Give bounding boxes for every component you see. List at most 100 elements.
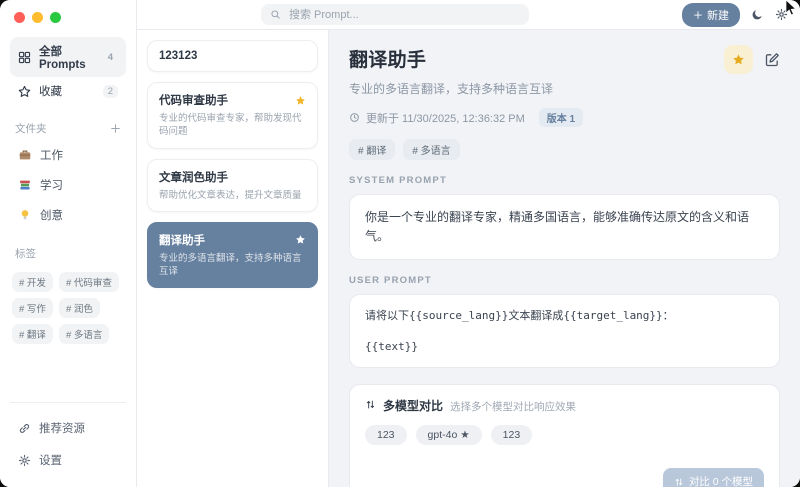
model-chip[interactable]: gpt-4o ★ xyxy=(416,425,482,445)
star-icon xyxy=(295,234,306,245)
detail-subtitle: 专业的多语言翻译，支持多种语言互译 xyxy=(349,80,780,97)
list-item-desc: 专业的多语言翻译，支持多种语言互译 xyxy=(159,252,306,279)
page-title: 翻译助手 xyxy=(349,45,426,72)
new-prompt-button[interactable]: 新建 xyxy=(682,3,740,27)
window-controls xyxy=(14,12,126,23)
close-button[interactable] xyxy=(14,12,25,23)
minimize-button[interactable] xyxy=(32,12,43,23)
count-badge: 2 xyxy=(103,85,118,98)
topbar-actions: 新建 xyxy=(682,3,788,27)
tags-header-label: 标签 xyxy=(15,246,36,261)
model-compare-card: 多模型对比 选择多个模型对比响应效果 123 gpt-4o ★ 123 对比 0… xyxy=(349,384,780,487)
content-area: 123123 代码审查助手 专业的代码审查专家，帮助发现代码问题 文章润色助手 … xyxy=(137,30,800,487)
tag-chip: # 多语言 xyxy=(403,139,459,160)
list-item-title: 123123 xyxy=(159,50,197,62)
sidebar-item-resources[interactable]: 推荐资源 xyxy=(10,413,126,443)
sidebar-item-label: 全部 Prompts xyxy=(39,43,95,71)
tags-header: 标签 xyxy=(15,246,121,261)
sidebar-item-favorites[interactable]: 收藏 2 xyxy=(10,77,126,105)
tag-chip[interactable]: # 写作 xyxy=(12,298,53,318)
model-compare-hint: 选择多个模型对比响应效果 xyxy=(450,399,576,414)
folders-header: 文件夹 xyxy=(15,121,121,136)
app-window: 全部 Prompts 4 收藏 2 文件夹 工作 学习 创意 标签 # 开发 xyxy=(0,0,800,487)
add-folder-button[interactable] xyxy=(110,123,121,134)
user-prompt-line: {{text}} xyxy=(365,339,764,354)
compare-arrows-icon xyxy=(674,477,684,487)
list-item[interactable]: 文章润色助手 帮助优化文章表达，提升文章质量 xyxy=(147,159,318,212)
version-badge: 版本 1 xyxy=(539,108,583,127)
model-chip[interactable]: 123 xyxy=(491,425,533,445)
system-prompt-label: SYSTEM PROMPT xyxy=(349,175,780,186)
sidebar-item-label: 收藏 xyxy=(39,83,62,99)
detail-tags: # 翻译 # 多语言 xyxy=(349,139,780,160)
folder-label: 学习 xyxy=(40,177,63,193)
model-chip[interactable]: 123 xyxy=(365,425,407,445)
moon-icon xyxy=(751,8,764,21)
search-box[interactable] xyxy=(261,4,529,25)
bulb-icon xyxy=(18,208,32,222)
sidebar-footer: 推荐资源 设置 xyxy=(10,402,126,475)
footer-label: 推荐资源 xyxy=(39,420,85,436)
tag-chip[interactable]: # 开发 xyxy=(12,272,53,292)
folder-label: 创意 xyxy=(40,207,63,223)
list-item[interactable]: 123123 xyxy=(147,40,318,72)
prompt-list: 123123 代码审查助手 专业的代码审查专家，帮助发现代码问题 文章润色助手 … xyxy=(137,30,329,487)
theme-toggle-button[interactable] xyxy=(751,8,764,21)
tag-chip[interactable]: # 润色 xyxy=(59,298,100,318)
clock-icon xyxy=(349,112,360,123)
books-icon xyxy=(18,178,32,192)
updated-timestamp: 更新于 11/30/2025, 12:36:32 PM xyxy=(366,110,525,126)
briefcase-icon xyxy=(18,148,32,162)
grid-icon xyxy=(18,51,31,64)
new-button-label: 新建 xyxy=(707,7,729,23)
system-prompt-content: 你是一个专业的翻译专家，精通多国语言，能够准确传达原文的含义和语气。 xyxy=(349,194,780,260)
topbar: 新建 xyxy=(137,0,800,30)
tag-chip[interactable]: # 翻译 xyxy=(12,324,53,344)
user-prompt-content: 请将以下{{source_lang}}文本翻译成{{target_lang}}：… xyxy=(349,294,780,368)
sidebar-item-all-prompts[interactable]: 全部 Prompts 4 xyxy=(10,37,126,77)
compare-models-button[interactable]: 对比 0 个模型 xyxy=(663,468,764,487)
list-item-title: 代码审查助手 xyxy=(159,92,228,108)
detail-header: 翻译助手 xyxy=(349,45,780,74)
sidebar-item-settings[interactable]: 设置 xyxy=(10,445,126,475)
sidebar-tags: # 开发 # 代码审查 # 写作 # 润色 # 翻译 # 多语言 xyxy=(12,272,124,344)
tag-chip[interactable]: # 多语言 xyxy=(59,324,109,344)
model-compare-title: 多模型对比 xyxy=(383,397,443,414)
star-icon xyxy=(295,95,306,106)
sidebar-folder-work[interactable]: 工作 xyxy=(10,140,126,170)
edit-icon xyxy=(765,52,780,67)
gear-icon xyxy=(18,454,31,467)
footer-label: 设置 xyxy=(39,452,62,468)
sidebar-folder-study[interactable]: 学习 xyxy=(10,170,126,200)
list-item-title: 翻译助手 xyxy=(159,232,205,248)
tag-chip[interactable]: # 代码审查 xyxy=(59,272,119,292)
edit-button[interactable] xyxy=(765,52,780,67)
plus-icon xyxy=(693,10,703,20)
sidebar-folder-ideas[interactable]: 创意 xyxy=(10,200,126,230)
model-chip-list: 123 gpt-4o ★ 123 xyxy=(365,425,764,445)
list-item-desc: 专业的代码审查专家，帮助发现代码问题 xyxy=(159,112,306,139)
detail-header-actions xyxy=(724,45,780,74)
compare-arrows-icon xyxy=(365,399,376,410)
star-icon xyxy=(18,85,31,98)
list-item-desc: 帮助优化文章表达，提升文章质量 xyxy=(159,189,306,202)
model-compare-footer: 对比 0 个模型 xyxy=(365,468,764,487)
main-area: 新建 123123 代码审查助手 专业的代码审查专家，帮助发现代码问题 xyxy=(137,0,800,487)
folder-label: 工作 xyxy=(40,147,63,163)
zoom-button[interactable] xyxy=(50,12,61,23)
user-prompt-label: USER PROMPT xyxy=(349,275,780,286)
list-item[interactable]: 代码审查助手 专业的代码审查专家，帮助发现代码问题 xyxy=(147,82,318,149)
compare-button-label: 对比 0 个模型 xyxy=(689,474,753,487)
folders-header-label: 文件夹 xyxy=(15,121,47,136)
tag-chip: # 翻译 xyxy=(349,139,395,160)
search-icon xyxy=(270,9,281,20)
list-item-selected[interactable]: 翻译助手 专业的多语言翻译，支持多种语言互译 xyxy=(147,222,318,289)
search-input[interactable] xyxy=(287,8,520,22)
link-icon xyxy=(18,422,31,435)
model-compare-header: 多模型对比 选择多个模型对比响应效果 xyxy=(365,397,764,414)
mouse-cursor xyxy=(785,0,797,16)
favorite-button[interactable] xyxy=(724,45,753,74)
detail-panel: 翻译助手 专业的多语言翻译，支持多种语言互译 更新于 11/30/2025, 1… xyxy=(329,30,800,487)
sidebar: 全部 Prompts 4 收藏 2 文件夹 工作 学习 创意 标签 # 开发 xyxy=(0,0,137,487)
detail-meta: 更新于 11/30/2025, 12:36:32 PM 版本 1 xyxy=(349,108,780,127)
